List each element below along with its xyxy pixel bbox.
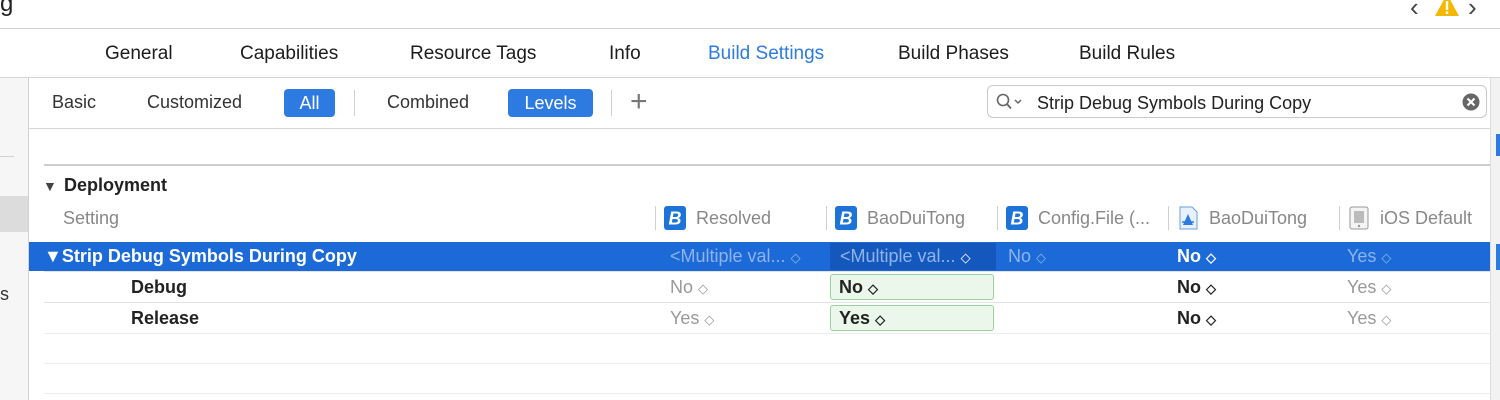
- column-header-ios-default: iOS Default: [1380, 208, 1473, 228]
- stepper-arrows-icon[interactable]: ◇: [875, 312, 885, 327]
- build-settings-icon: B: [1006, 206, 1028, 230]
- stepper-arrows-icon[interactable]: ◇: [961, 250, 971, 265]
- build-settings-icon: B: [664, 206, 686, 230]
- setting-name-label: Strip Debug Symbols During Copy: [61, 246, 357, 266]
- stepper-arrows-icon[interactable]: ◇: [1036, 250, 1046, 265]
- project-value[interactable]: No ◇: [1177, 277, 1216, 298]
- resolved-value: No ◇: [670, 277, 709, 297]
- svg-text:B: B: [840, 209, 853, 229]
- tab-capabilities[interactable]: Capabilities: [240, 43, 338, 65]
- tab-general[interactable]: General: [105, 43, 173, 65]
- clear-search-icon[interactable]: [1462, 93, 1480, 111]
- project-value[interactable]: No ◇: [1177, 246, 1216, 267]
- search-icon[interactable]: [996, 93, 1026, 111]
- stepper-arrows-icon: ◇: [1381, 281, 1392, 296]
- config-label-release: Release: [131, 308, 200, 328]
- stepper-arrows-icon: ◇: [704, 312, 715, 327]
- column-header-setting: Setting: [63, 208, 120, 228]
- sidebar-partial-text: s: [0, 284, 9, 304]
- window-title: g: [0, 0, 14, 17]
- resolved-value: Yes ◇: [670, 308, 715, 328]
- forward-chevron-icon[interactable]: ›: [1468, 0, 1477, 23]
- column-divider: [826, 206, 827, 230]
- project-file-icon: [1179, 206, 1198, 230]
- tab-info[interactable]: Info: [609, 43, 641, 65]
- add-setting-button[interactable]: +: [630, 86, 648, 118]
- tab-build-rules[interactable]: Build Rules: [1079, 43, 1175, 65]
- column-header-config-file: Config.File (...: [1038, 208, 1151, 228]
- filter-all-button[interactable]: All: [284, 89, 335, 117]
- view-levels-button[interactable]: Levels: [508, 89, 593, 117]
- stepper-arrows-icon: ◇: [698, 281, 709, 296]
- right-edge-highlight: [1496, 134, 1500, 156]
- disclosure-triangle-icon[interactable]: ▼: [43, 178, 57, 194]
- target-value[interactable]: Yes ◇: [839, 308, 885, 329]
- svg-text:B: B: [1011, 209, 1024, 229]
- build-settings-icon: B: [835, 206, 857, 230]
- column-divider: [655, 206, 656, 230]
- grid-line: [44, 393, 1490, 394]
- filter-customized-button[interactable]: Customized: [147, 92, 242, 113]
- config-file-value[interactable]: No ◇: [1008, 246, 1046, 267]
- back-chevron-icon[interactable]: ‹: [1410, 0, 1419, 23]
- default-value: Yes ◇: [1347, 277, 1392, 297]
- right-scroll-edge: [1490, 78, 1500, 400]
- default-value: Yes ◇: [1347, 308, 1392, 328]
- section-separator: [44, 164, 1490, 166]
- resolved-value: <Multiple val... ◇: [670, 246, 801, 266]
- filter-basic-button[interactable]: Basic: [52, 92, 96, 113]
- section-title-deployment[interactable]: Deployment: [64, 175, 167, 196]
- filter-divider: [354, 90, 355, 116]
- column-divider: [1168, 206, 1169, 230]
- tab-build-phases[interactable]: Build Phases: [898, 43, 1009, 65]
- column-header-target: BaoDuiTong: [867, 208, 966, 228]
- window-title-strip: [0, 0, 1500, 29]
- stepper-arrows-icon: ◇: [790, 250, 801, 265]
- row-divider: [44, 302, 1490, 303]
- column-header-resolved: Resolved: [696, 208, 772, 228]
- config-label-debug: Debug: [131, 277, 187, 297]
- view-combined-button[interactable]: Combined: [387, 92, 469, 113]
- disclosure-triangle-icon[interactable]: ▼: [44, 246, 62, 266]
- setting-name[interactable]: ▼Strip Debug Symbols During Copy: [44, 246, 357, 267]
- filter-divider: [611, 90, 612, 116]
- target-value[interactable]: No ◇: [839, 277, 878, 298]
- tab-resource-tags[interactable]: Resource Tags: [410, 43, 536, 65]
- search-input[interactable]: Strip Debug Symbols During Copy: [1037, 93, 1311, 114]
- default-value: Yes ◇: [1347, 246, 1392, 266]
- stepper-arrows-icon[interactable]: ◇: [868, 281, 878, 296]
- column-divider: [1339, 206, 1340, 230]
- stepper-arrows-icon: ◇: [1381, 312, 1392, 327]
- stepper-arrows-icon: ◇: [1381, 250, 1392, 265]
- navigator-sidebar: [0, 78, 29, 400]
- grid-line: [44, 333, 1490, 334]
- svg-text:B: B: [669, 209, 682, 229]
- stepper-arrows-icon[interactable]: ◇: [1206, 312, 1216, 327]
- sidebar-divider: [0, 156, 14, 157]
- tab-build-settings[interactable]: Build Settings: [708, 43, 824, 65]
- right-edge-highlight: [1496, 244, 1500, 270]
- row-divider: [44, 271, 1490, 272]
- stepper-arrows-icon[interactable]: ◇: [1206, 281, 1216, 296]
- project-value[interactable]: No ◇: [1177, 308, 1216, 329]
- sdk-default-icon: [1349, 206, 1369, 230]
- stepper-arrows-icon[interactable]: ◇: [1206, 250, 1216, 265]
- target-value[interactable]: <Multiple val... ◇: [840, 246, 971, 267]
- column-divider: [997, 206, 998, 230]
- sidebar-selected-item[interactable]: [0, 196, 28, 232]
- warning-triangle-icon[interactable]: [1434, 0, 1460, 18]
- column-header-project: BaoDuiTong: [1209, 208, 1308, 228]
- grid-line: [44, 363, 1490, 364]
